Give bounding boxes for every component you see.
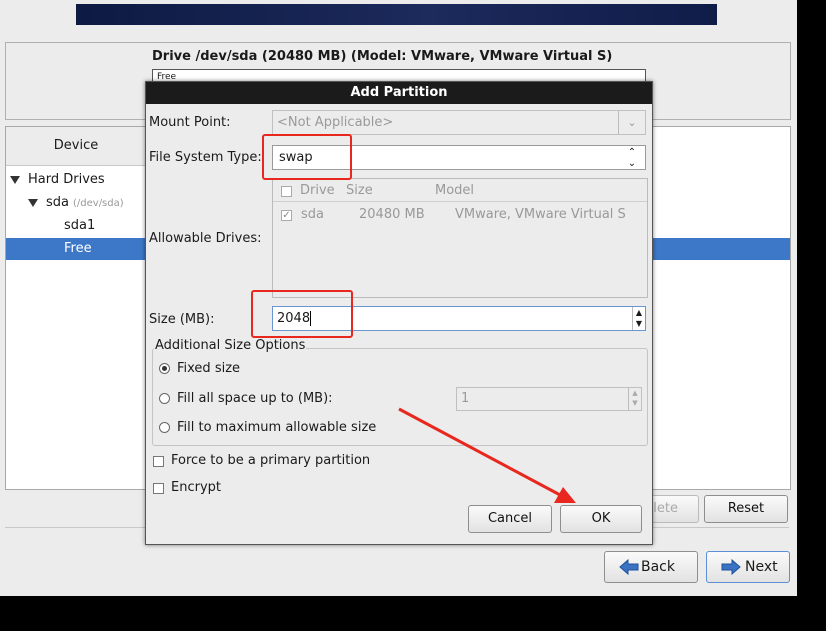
arrow-right-icon xyxy=(721,559,741,575)
fill-max-radio[interactable] xyxy=(159,422,170,433)
encrypt-checkbox[interactable] xyxy=(153,483,164,494)
device-column-header[interactable]: Device xyxy=(6,127,147,166)
back-button[interactable]: Back xyxy=(604,551,698,583)
fill-upto-spinner[interactable]: ▲ ▼ xyxy=(628,388,641,410)
dialog-title: Add Partition xyxy=(146,82,652,104)
tree-item-label: sda xyxy=(46,195,69,210)
tree-item-path: (/dev/sda) xyxy=(73,198,124,209)
fill-upto-radio[interactable] xyxy=(159,393,170,404)
arrow-left-icon xyxy=(619,559,639,575)
size-options-legend: Additional Size Options xyxy=(154,338,307,353)
back-label: Back xyxy=(641,559,675,575)
col-model[interactable]: Model xyxy=(435,183,474,198)
select-all-checkbox[interactable] xyxy=(281,186,292,197)
add-partition-dialog: Add Partition Mount Point: <Not Applicab… xyxy=(145,81,653,545)
annotation-box-fs-type xyxy=(262,134,352,180)
tree-item-label: Hard Drives xyxy=(28,172,105,187)
drive-model: VMware, VMware Virtual S xyxy=(455,207,626,222)
fixed-size-radio[interactable] xyxy=(159,363,170,374)
allowable-drives-label: Allowable Drives: xyxy=(149,231,262,246)
expander-icon[interactable] xyxy=(10,175,20,184)
mount-point-label: Mount Point: xyxy=(149,115,231,130)
reset-button[interactable]: Reset xyxy=(704,495,788,523)
next-button[interactable]: Next xyxy=(706,551,790,583)
annotation-box-size xyxy=(251,290,353,338)
fill-upto-input[interactable]: 1 ▲ ▼ xyxy=(456,387,642,411)
tree-item-label: sda1 xyxy=(64,218,96,233)
expander-icon[interactable] xyxy=(28,198,38,207)
fixed-size-label[interactable]: Fixed size xyxy=(177,361,240,376)
mount-point-combo[interactable]: <Not Applicable> ⌄ xyxy=(272,110,646,135)
ok-button[interactable]: OK xyxy=(560,505,642,533)
installer-banner xyxy=(76,4,717,25)
fill-upto-label[interactable]: Fill all space up to (MB): xyxy=(177,391,333,406)
drive-name: sda xyxy=(301,207,324,222)
chevron-down-icon: ⌄ xyxy=(618,111,645,134)
encrypt-label[interactable]: Encrypt xyxy=(171,480,221,495)
drive-sda-checkbox[interactable]: ✓ xyxy=(281,210,292,221)
fs-type-label: File System Type: xyxy=(149,150,262,165)
mount-point-value: <Not Applicable> xyxy=(277,115,394,130)
col-size[interactable]: Size xyxy=(346,183,373,198)
next-label: Next xyxy=(745,559,778,575)
drive-title: Drive /dev/sda (20480 MB) (Model: VMware… xyxy=(152,49,613,64)
cancel-button[interactable]: Cancel xyxy=(468,505,552,533)
fill-max-label[interactable]: Fill to maximum allowable size xyxy=(177,420,376,435)
primary-partition-checkbox[interactable] xyxy=(153,456,164,467)
allowable-drives-table[interactable]: Drive Size Model ✓ sda 20480 MB VMware, … xyxy=(272,178,648,298)
size-label: Size (MB): xyxy=(149,312,215,327)
fill-upto-value: 1 xyxy=(461,391,470,406)
tree-item-label: Free xyxy=(64,241,92,256)
drive-size: 20480 MB xyxy=(359,207,425,222)
updown-icon: ⌃ ⌄ xyxy=(627,147,637,169)
col-drive[interactable]: Drive xyxy=(300,183,335,198)
primary-partition-label[interactable]: Force to be a primary partition xyxy=(171,453,370,468)
size-spinner[interactable]: ▲ ▼ xyxy=(632,307,645,330)
